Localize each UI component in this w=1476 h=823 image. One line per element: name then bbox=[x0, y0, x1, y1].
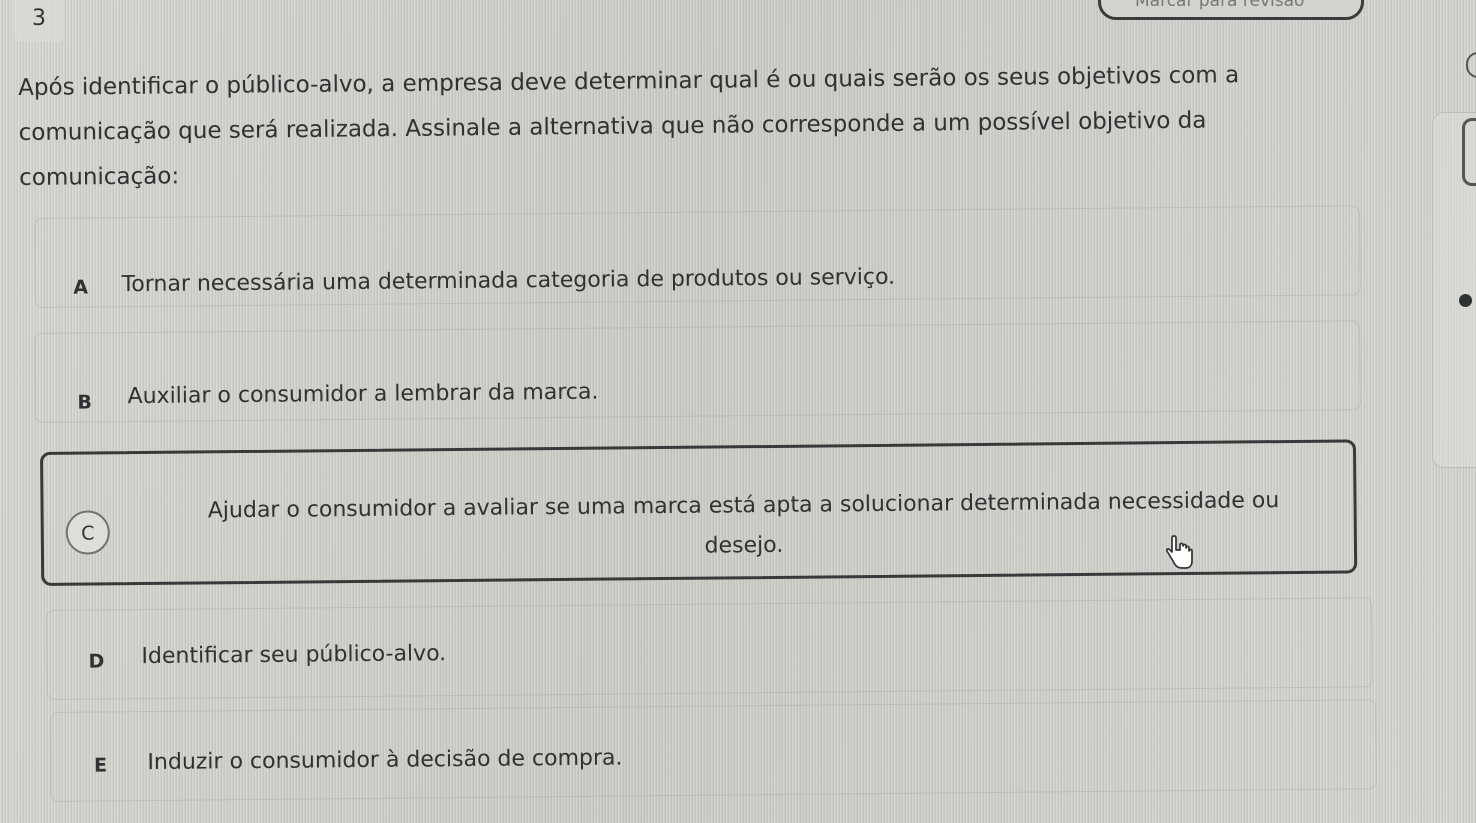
option-c-letter: C bbox=[65, 510, 110, 555]
question-number: 3 bbox=[14, 0, 64, 42]
option-b[interactable]: B Auxiliar o consumidor a lembrar da mar… bbox=[34, 320, 1361, 423]
option-a[interactable]: A Tornar necessária uma determinada cate… bbox=[34, 205, 1361, 308]
mark-for-review-label: Marcar para revisão bbox=[1135, 0, 1305, 11]
option-c-text: Ajudar o consumidor a avaliar se uma mar… bbox=[207, 488, 1280, 559]
option-b-text: Auxiliar o consumidor a lembrar da marca… bbox=[127, 379, 599, 410]
option-d[interactable]: D Identificar seu público-alvo. bbox=[46, 597, 1373, 700]
question-prompt: Após identificar o público-alvo, a empre… bbox=[18, 62, 1240, 191]
option-d-letter: D bbox=[88, 650, 105, 673]
option-a-letter: A bbox=[73, 276, 89, 299]
hand-pointer-icon bbox=[1165, 535, 1193, 569]
option-e[interactable]: E Induzir o consumidor à decisão de comp… bbox=[50, 699, 1377, 802]
partial-side-icon bbox=[1466, 52, 1476, 78]
mark-for-review-button[interactable]: Marcar para revisão bbox=[1098, 0, 1364, 20]
status-dot-icon bbox=[1459, 294, 1472, 307]
option-b-letter: B bbox=[77, 391, 93, 414]
option-d-text: Identificar seu público-alvo. bbox=[141, 641, 447, 670]
collapse-tab-icon[interactable] bbox=[1462, 118, 1476, 186]
option-e-letter: E bbox=[93, 754, 108, 777]
option-e-text: Induzir o consumidor à decisão de compra… bbox=[147, 745, 623, 776]
option-a-text: Tornar necessária uma determinada catego… bbox=[121, 264, 896, 298]
option-c-selected[interactable]: C Ajudar o consumidor a avaliar se uma m… bbox=[40, 439, 1358, 586]
